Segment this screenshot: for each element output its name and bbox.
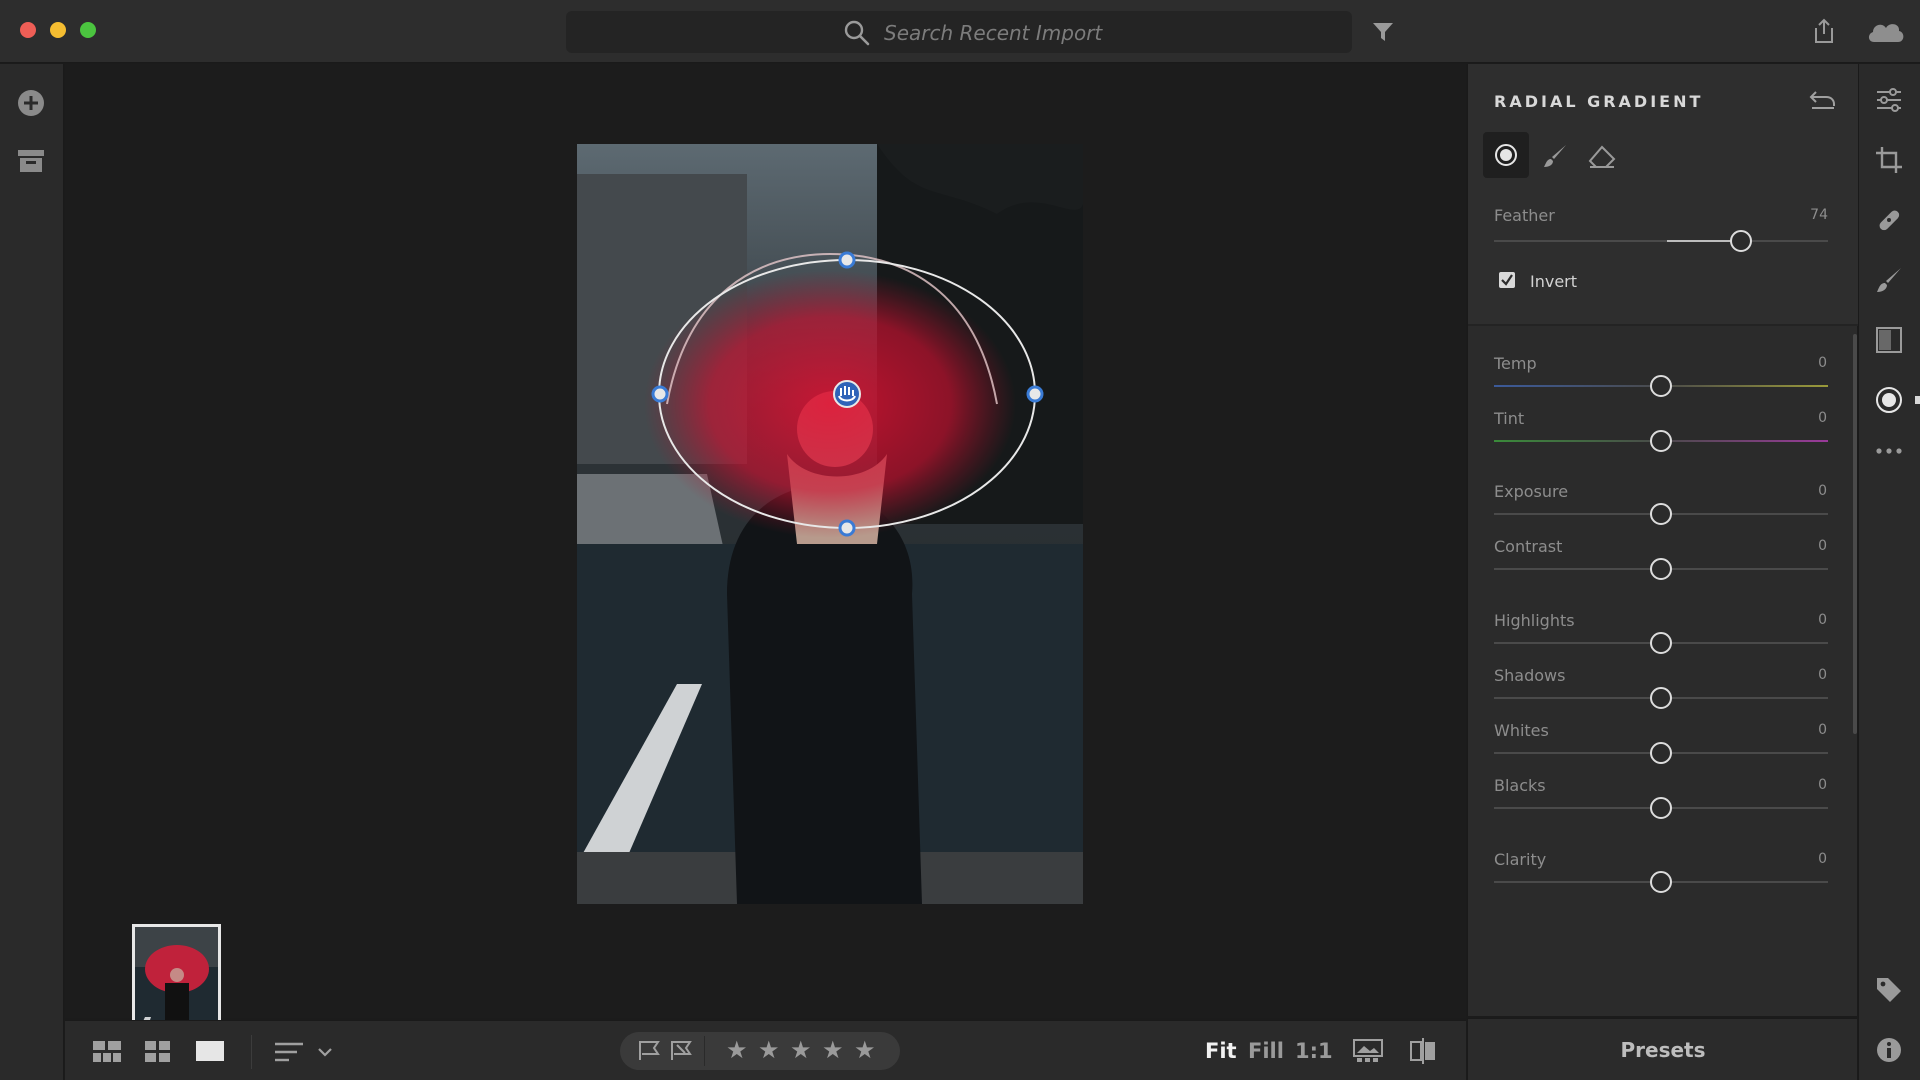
star-2-icon[interactable]: ★ <box>758 1036 780 1065</box>
slider-label-exposure: Exposure <box>1494 482 1569 501</box>
lightroom-window: Search Recent Import ★ ★ ★ ★ ★ Fit Fill … <box>0 0 1920 1080</box>
view-fit-button[interactable]: Fit <box>1205 1039 1237 1063</box>
filter-icon[interactable] <box>1372 22 1394 42</box>
grid-icon[interactable] <box>145 1041 171 1063</box>
share-icon[interactable] <box>1812 17 1836 45</box>
invert-checkbox[interactable] <box>1499 272 1515 288</box>
slider-value-whites[interactable]: 0 <box>1818 722 1827 738</box>
panel-scrollbar[interactable] <box>1853 334 1857 734</box>
slider-knob-exposure[interactable] <box>1650 503 1672 525</box>
compare-icon[interactable] <box>1353 1039 1383 1063</box>
slider-knob-tint[interactable] <box>1650 430 1672 452</box>
flag-rating-group: ★ ★ ★ ★ ★ <box>620 1032 900 1070</box>
slider-value-tint[interactable]: 0 <box>1818 410 1827 426</box>
slider-knob-clarity[interactable] <box>1650 871 1672 893</box>
radial-gradient-panel: RADIAL GRADIENT Feather 74 Invert Temp 0… <box>1467 64 1858 1016</box>
slider-knob-shadows[interactable] <box>1650 687 1672 709</box>
flag-pick-icon[interactable] <box>638 1041 660 1061</box>
slider-knob-whites[interactable] <box>1650 742 1672 764</box>
sort-icon[interactable] <box>275 1041 339 1063</box>
crop-icon[interactable] <box>1875 146 1903 174</box>
search-bar[interactable]: Search Recent Import <box>566 11 1352 53</box>
star-5-icon[interactable]: ★ <box>854 1036 876 1065</box>
new-radial-button[interactable] <box>1483 132 1529 178</box>
slider-knob-highlights[interactable] <box>1650 632 1672 654</box>
slider-value-blacks[interactable]: 0 <box>1818 777 1827 793</box>
star-1-icon[interactable]: ★ <box>726 1036 748 1065</box>
cloud-icon[interactable] <box>1866 18 1906 44</box>
keywords-icon[interactable] <box>1875 976 1903 1004</box>
search-icon <box>844 20 870 46</box>
view-1to1-button[interactable]: 1:1 <box>1295 1039 1333 1063</box>
right-tool-rail <box>1858 64 1920 1080</box>
eraser-icon[interactable] <box>1588 145 1616 169</box>
active-tool-indicator <box>1915 396 1920 404</box>
reset-icon[interactable] <box>1808 88 1836 110</box>
new-radial-icon <box>1495 144 1517 166</box>
photo-canvas[interactable] <box>65 64 1466 1056</box>
presets-button[interactable]: Presets <box>1468 1038 1858 1062</box>
square-grid-icon[interactable] <box>93 1041 121 1063</box>
slider-value-temp[interactable]: 0 <box>1818 355 1827 371</box>
edit-sliders-icon[interactable] <box>1875 86 1903 114</box>
star-3-icon[interactable]: ★ <box>790 1036 812 1065</box>
presets-bar: Presets <box>1467 1018 1857 1080</box>
search-input[interactable]: Search Recent Import <box>884 21 1102 45</box>
feather-slider-knob[interactable] <box>1730 230 1753 252</box>
star-4-icon[interactable]: ★ <box>822 1036 844 1065</box>
slider-label-blacks: Blacks <box>1494 776 1546 795</box>
detail-view-icon[interactable] <box>196 1041 224 1063</box>
brush-icon[interactable] <box>1542 143 1568 169</box>
invert-label: Invert <box>1530 272 1578 291</box>
slider-label-tint: Tint <box>1494 409 1525 428</box>
linear-gradient-icon[interactable] <box>1875 326 1903 354</box>
brush-tool-icon[interactable] <box>1875 266 1903 294</box>
close-window-button[interactable] <box>20 22 36 38</box>
radial-gradient-icon[interactable] <box>1875 386 1903 414</box>
slider-value-highlights[interactable]: 0 <box>1818 612 1827 628</box>
slider-label-highlights: Highlights <box>1494 611 1575 630</box>
left-rail <box>0 64 64 1080</box>
title-bar: Search Recent Import <box>0 0 1920 63</box>
slider-value-clarity[interactable]: 0 <box>1818 851 1827 867</box>
feather-slider-track[interactable] <box>1494 240 1828 242</box>
more-icon[interactable] <box>1875 446 1903 456</box>
minimize-window-button[interactable] <box>50 22 66 38</box>
edited-photo[interactable] <box>577 144 1083 904</box>
slider-value-exposure[interactable]: 0 <box>1818 483 1827 499</box>
toolbar-divider <box>251 1035 252 1069</box>
view-fill-button[interactable]: Fill <box>1248 1039 1284 1063</box>
slider-knob-temp[interactable] <box>1650 375 1672 397</box>
checkmark-icon <box>1501 274 1513 286</box>
library-icon[interactable] <box>17 148 45 174</box>
slider-label-shadows: Shadows <box>1494 666 1566 685</box>
feather-value[interactable]: 74 <box>1810 207 1828 223</box>
bottom-toolbar: ★ ★ ★ ★ ★ Fit Fill 1:1 <box>65 1020 1466 1080</box>
mask-settings: RADIAL GRADIENT Feather 74 Invert <box>1468 64 1858 326</box>
slider-value-shadows[interactable]: 0 <box>1818 667 1827 683</box>
feather-label: Feather <box>1494 206 1555 225</box>
before-after-icon[interactable] <box>1409 1038 1437 1064</box>
slider-knob-blacks[interactable] <box>1650 797 1672 819</box>
slider-label-temp: Temp <box>1494 354 1537 373</box>
flag-reject-icon[interactable] <box>670 1041 692 1061</box>
slider-label-whites: Whites <box>1494 721 1549 740</box>
healing-icon[interactable] <box>1875 206 1903 234</box>
slider-label-contrast: Contrast <box>1494 537 1563 556</box>
slider-knob-contrast[interactable] <box>1650 558 1672 580</box>
zoom-window-button[interactable] <box>80 22 96 38</box>
photo-image <box>577 144 1083 904</box>
info-icon[interactable] <box>1875 1036 1903 1064</box>
add-photos-icon[interactable] <box>16 88 46 118</box>
slider-value-contrast[interactable]: 0 <box>1818 538 1827 554</box>
rating-divider <box>704 1036 705 1066</box>
slider-label-clarity: Clarity <box>1494 850 1547 869</box>
panel-title: RADIAL GRADIENT <box>1494 92 1704 111</box>
